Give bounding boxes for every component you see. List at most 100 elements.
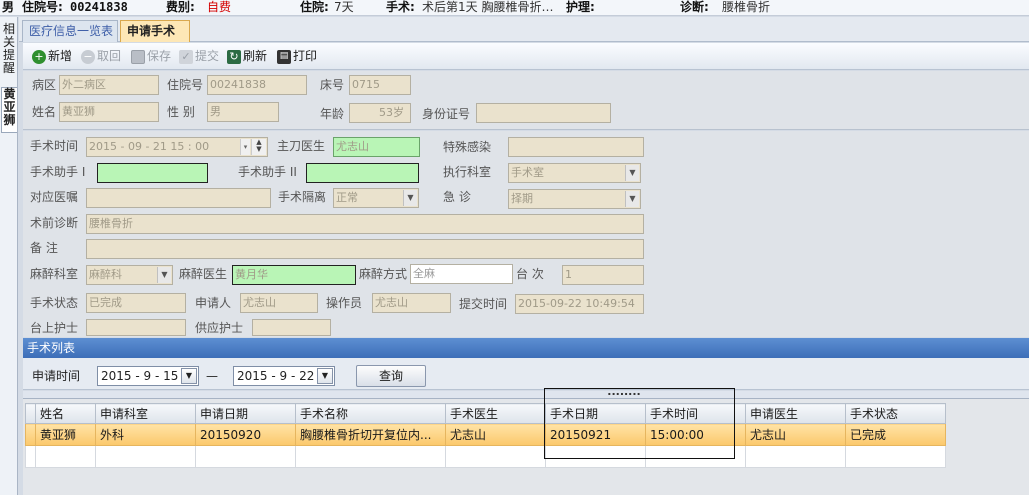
print-button[interactable]: ▤ 打印 (277, 48, 317, 65)
table-cell (35, 445, 96, 468)
calendar-dropdown-icon[interactable]: ▼ (181, 368, 197, 384)
stay-value: 7天 (334, 0, 354, 14)
isolation-select[interactable]: 正常 ▼ (333, 188, 419, 208)
column-header[interactable]: 手术医生 (445, 403, 546, 424)
printer-icon: ▤ (277, 49, 291, 64)
submit-time-field: 2015-09-22 10:49:54 (515, 294, 644, 314)
table-no-field[interactable]: 1 (562, 265, 644, 285)
id-field (476, 103, 611, 123)
name-field: 黄亚狮 (59, 102, 159, 122)
sidebar-tab-patient[interactable]: 黄亚狮 (1, 87, 17, 133)
date-from-picker[interactable]: 2015 - 9 - 15 ▼ (97, 366, 199, 386)
urgent-value: 择期 (511, 192, 533, 205)
new-button-label: 新增 (48, 49, 73, 63)
submit-button-label: 提交 (195, 49, 220, 63)
orders-field[interactable] (86, 188, 271, 208)
chevron-down-icon[interactable]: ▼ (157, 267, 171, 283)
surgery-time-field[interactable]: 2015 - 09 - 21 15 : 00 ▾ ▲ ▼ (86, 137, 268, 157)
surgeon-field[interactable]: 尤志山 (333, 137, 420, 157)
infection-field[interactable] (508, 137, 644, 157)
row-indicator[interactable] (25, 423, 36, 446)
anes-dept-label: 麻醉科室 (30, 267, 79, 281)
assistant1-field[interactable] (97, 163, 208, 183)
ward-label: 病区 (32, 78, 57, 92)
assistant2-field[interactable] (306, 163, 419, 183)
column-header[interactable]: 申请科室 (95, 403, 196, 424)
table-cell: 15:00:00 (645, 423, 746, 446)
column-header[interactable]: 手术状态 (845, 403, 946, 424)
submit-icon: ✓ (179, 49, 193, 64)
surgery-value: 术后第1天 胸腰椎骨折… (422, 0, 554, 14)
chevron-down-icon[interactable]: ▼ (625, 191, 639, 207)
table-cell: 外科 (95, 423, 196, 446)
id-label: 身份证号 (422, 107, 471, 121)
assistant1-label: 手术助手 I (30, 165, 86, 179)
column-header[interactable]: 手术时间 (645, 403, 746, 424)
date-to-value: 2015 - 9 - 22 (237, 369, 315, 383)
note-field[interactable] (86, 239, 644, 259)
assistant2-label: 手术助手 II (238, 165, 297, 179)
prediag-field[interactable]: 腰椎骨折 (86, 214, 644, 234)
column-header[interactable]: 姓名 (35, 403, 96, 424)
chevron-down-icon[interactable]: ▼ (403, 190, 417, 206)
table-cell: 20150920 (195, 423, 296, 446)
splitter-bar[interactable] (23, 391, 1029, 399)
dept-select[interactable]: 手术室 ▼ (508, 163, 641, 183)
status-label: 手术状态 (30, 296, 79, 310)
column-header[interactable]: 申请日期 (195, 403, 296, 424)
table-cell (195, 445, 296, 468)
table-cell (745, 445, 846, 468)
anes-doc-field[interactable]: 黄月华 (232, 265, 356, 285)
sidebar-tab-reminders[interactable]: 相关提醒 (1, 23, 17, 83)
anes-method-label: 麻醉方式 (359, 267, 408, 281)
chevron-down-icon[interactable]: ▼ (625, 165, 639, 181)
submit-button[interactable]: ✓ 提交 (179, 48, 219, 65)
column-header[interactable]: 手术日期 (545, 403, 646, 424)
nurse-on-label: 台上护士 (30, 321, 79, 335)
nurse-on-field[interactable] (86, 319, 186, 336)
anes-method-field[interactable]: 全麻 (410, 264, 513, 284)
urgent-select[interactable]: 择期 ▼ (508, 189, 641, 209)
surgery-list-header: 手术列表 (23, 338, 1029, 358)
table-cell: 尤志山 (745, 423, 846, 446)
gender: 男 (2, 0, 15, 14)
table-cell: 尤志山 (445, 423, 546, 446)
print-button-label: 打印 (293, 49, 318, 63)
applicant-label: 申请人 (195, 296, 232, 310)
new-button[interactable]: + 新增 (32, 48, 72, 65)
diagnosis-value: 腰椎骨折 (722, 0, 771, 14)
table-header-row: 姓名 申请科室 申请日期 手术名称 手术医生 手术日期 手术时间 申请医生 手术… (25, 403, 946, 424)
surgery-time-label: 手术时间 (30, 139, 79, 153)
stay-label: 住院: (300, 0, 329, 14)
tab-medical-overview[interactable]: 医疗信息一览表 (22, 20, 118, 42)
column-header[interactable]: 手术名称 (295, 403, 446, 424)
surgery-label: 手术: (386, 0, 415, 14)
apply-time-label: 申请时间 (32, 369, 81, 383)
tab-apply-surgery[interactable]: 申请手术 (120, 20, 190, 42)
calendar-dropdown-icon[interactable]: ▼ (317, 368, 333, 384)
add-icon: + (32, 49, 46, 64)
time-spinner-icon[interactable]: ▲ ▼ (251, 139, 266, 155)
left-sidebar: 相关提醒 黄亚狮 (0, 17, 18, 495)
name-label: 姓名 (32, 105, 57, 119)
row-indicator[interactable] (25, 445, 36, 468)
refresh-button[interactable]: ↻ 刷新 (227, 48, 267, 65)
table-row[interactable]: 黄亚狮 外科 20150920 胸腰椎骨折切开复位内... 尤志山 201509… (25, 423, 946, 446)
table-cell (645, 445, 746, 468)
age-field: 53岁 (349, 103, 411, 123)
table-row-empty[interactable] (25, 445, 946, 468)
nurse-supply-field[interactable] (252, 319, 331, 336)
table-cell: 黄亚狮 (35, 423, 96, 446)
submit-time-label: 提交时间 (459, 297, 508, 311)
splitter-grip[interactable]: ........ (604, 386, 644, 399)
column-header[interactable]: 申请医生 (745, 403, 846, 424)
refresh-button-label: 刷新 (243, 49, 268, 63)
row-indicator-header (25, 403, 36, 424)
withdraw-button[interactable]: − 取回 (81, 48, 121, 65)
orders-label: 对应医嘱 (30, 190, 79, 204)
date-to-picker[interactable]: 2015 - 9 - 22 ▼ (233, 366, 335, 386)
anes-dept-select[interactable]: 麻醉科 ▼ (86, 265, 173, 285)
query-button[interactable]: 查询 (356, 365, 426, 387)
time-dropdown-icon[interactable]: ▾ (240, 139, 250, 155)
save-button[interactable]: 保存 (131, 48, 171, 65)
